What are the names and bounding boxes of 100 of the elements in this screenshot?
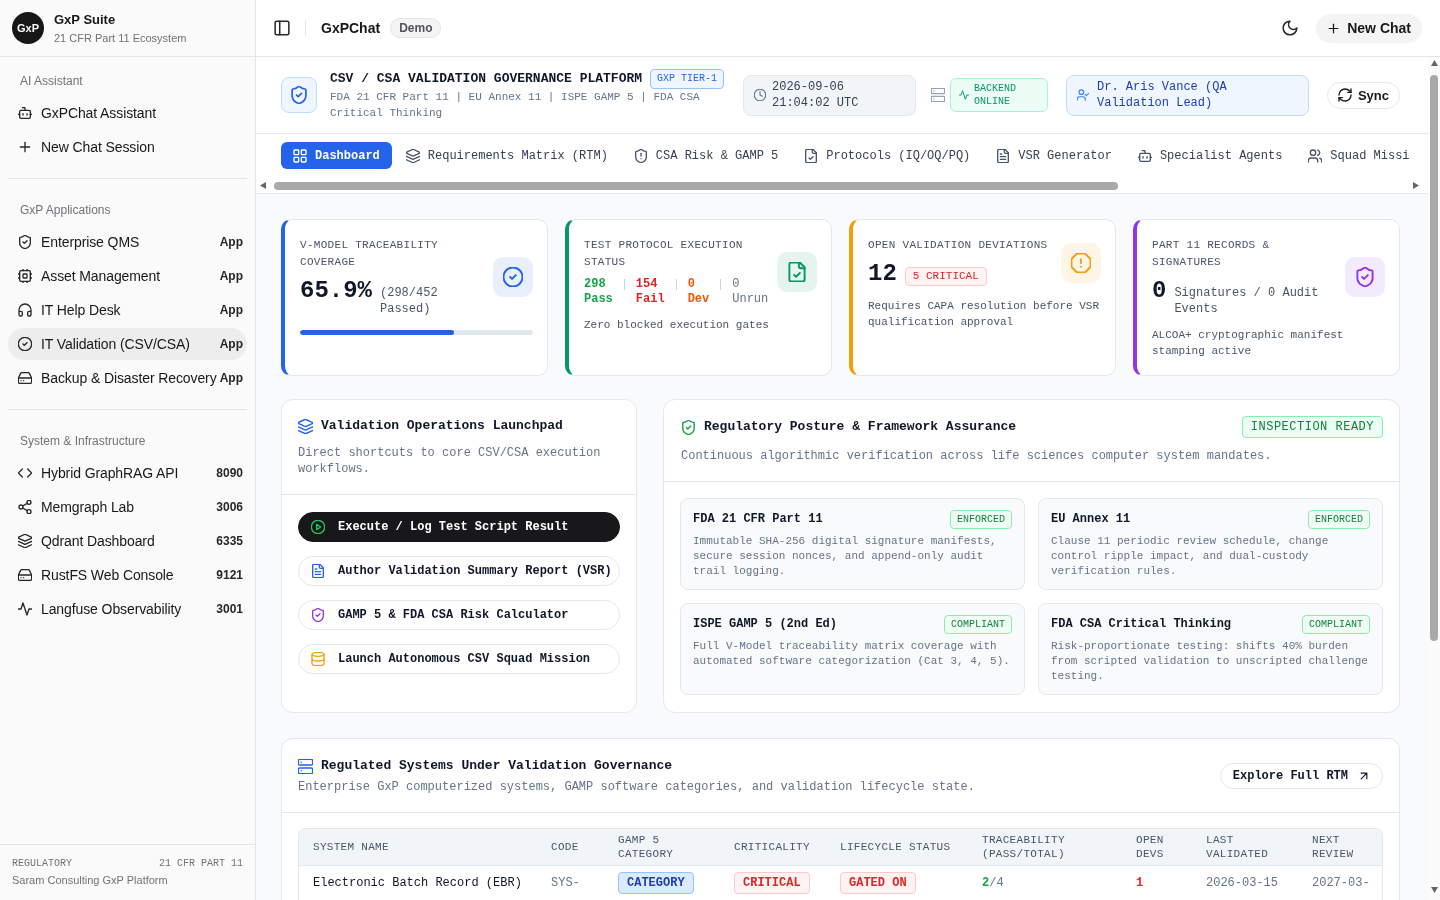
compliance-standard: 21 CFR PART 11 bbox=[159, 857, 243, 869]
sidebar-toggle-icon[interactable] bbox=[274, 20, 290, 36]
tab[interactable]: Specialist Agents bbox=[1125, 142, 1295, 169]
document-icon bbox=[311, 564, 325, 578]
sidebar-item[interactable]: Langfuse Observability 3001 bbox=[8, 593, 247, 625]
action-button[interactable]: Author Validation Summary Report (VSR) bbox=[298, 556, 620, 586]
pulse-icon bbox=[18, 602, 32, 616]
test-stat: 298 Pass bbox=[584, 277, 613, 307]
app-title: GxP Suite bbox=[54, 11, 117, 28]
sidebar-item[interactable]: IT Validation (CSV/CSA) App bbox=[8, 328, 247, 360]
column-header: NEXT REVIEW bbox=[1298, 829, 1382, 866]
server-icon bbox=[931, 88, 945, 102]
card-title: Validation Operations Launchpad bbox=[321, 417, 563, 435]
criticality-badge: CRITICAL bbox=[734, 872, 810, 894]
layers-icon bbox=[298, 418, 313, 434]
card-description: Continuous algorithmic verification across life sciences computer system mandates. bbox=[681, 448, 1273, 464]
footer-label: REGULATORY bbox=[12, 857, 72, 869]
tab[interactable]: Protocols (IQ/OQ/PQ) bbox=[792, 142, 983, 169]
sidebar-item[interactable]: Enterprise QMS App bbox=[8, 226, 247, 258]
file-check-icon bbox=[804, 148, 819, 163]
scrollbar-thumb[interactable] bbox=[274, 181, 1118, 190]
shield-check-icon bbox=[311, 608, 325, 622]
status-badge: INSPECTION READY bbox=[1241, 416, 1383, 438]
sidebar-item[interactable]: Backup & Disaster Recovery App bbox=[8, 362, 247, 394]
stat-value: 65.9% bbox=[300, 277, 372, 305]
action-button[interactable]: Execute / Log Test Script Result bbox=[298, 512, 620, 542]
sidebar-item[interactable]: Hybrid GraphRAG API 8090 bbox=[8, 457, 247, 489]
table-cell: Electronic Batch Record (EBR) bbox=[299, 865, 537, 900]
framework-status-badge: ENFORCED bbox=[1308, 510, 1370, 529]
framework-status-badge: COMPLIANT bbox=[944, 615, 1012, 634]
sync-button[interactable]: Sync bbox=[1326, 81, 1400, 109]
column-header: OPEN DEVS bbox=[1122, 829, 1192, 866]
tab[interactable]: CSA Risk & GAMP 5 bbox=[621, 142, 791, 169]
scroll-right-arrow-icon[interactable] bbox=[1413, 182, 1419, 189]
item-tag: 3001 bbox=[216, 602, 243, 616]
moon-icon[interactable] bbox=[1282, 20, 1299, 36]
stat-note: Requires CAPA resolution before VSR qualification approval bbox=[868, 299, 1101, 330]
tier-badge: GXP TIER-1 bbox=[650, 69, 725, 89]
new-chat-button[interactable]: New Chat bbox=[1316, 13, 1422, 43]
table-cell: 2/4 bbox=[968, 865, 1122, 900]
framework-description: Risk-proportionate testing: shifts 40% burden from scripted validation to unscripted challenge testing. bbox=[1051, 639, 1369, 684]
item-tag: App bbox=[219, 337, 243, 351]
backend-status-text: BACKEND ONLINE bbox=[974, 82, 1017, 108]
pulse-icon bbox=[959, 90, 969, 100]
sidebar-item[interactable]: RustFS Web Console 9121 bbox=[8, 559, 247, 591]
framework-description: Full V-Model traceability matrix coverage with automated software categorization (Cat 3, 4, 5). bbox=[693, 639, 1011, 669]
action-button[interactable]: Launch Autonomous CSV Squad Mission bbox=[298, 644, 620, 674]
card-title: Regulatory Posture & Framework Assurance bbox=[704, 418, 1017, 436]
stat-note: Zero blocked execution gates bbox=[584, 318, 770, 333]
scroll-left-arrow-icon[interactable] bbox=[260, 182, 266, 189]
section-heading: AI Assistant bbox=[19, 73, 84, 90]
users-icon bbox=[1308, 148, 1323, 163]
robot-icon bbox=[18, 106, 32, 120]
sidebar-item[interactable]: GxPChat Assistant bbox=[8, 97, 247, 129]
share-nodes-icon bbox=[18, 500, 32, 514]
sidebar-item[interactable]: Memgraph Lab 3006 bbox=[8, 491, 247, 523]
item-tag: 6335 bbox=[216, 534, 243, 548]
shield-check-icon bbox=[1345, 257, 1385, 297]
card-description: Enterprise GxP computerized systems, GAMP software categories, and validation lifecycle state. bbox=[298, 779, 975, 795]
user-check-icon bbox=[1077, 89, 1089, 101]
stat-detail: Signatures / 0 Audit Events bbox=[1174, 285, 1320, 317]
card-title: Regulated Systems Under Validation Governance bbox=[321, 757, 673, 775]
scroll-down-arrow-icon[interactable] bbox=[1430, 887, 1438, 893]
tab[interactable]: Dashboard bbox=[281, 142, 392, 169]
column-header: CRITICALITY bbox=[720, 829, 826, 866]
scroll-up-arrow-icon[interactable] bbox=[1430, 60, 1438, 66]
framework-description: Clause 11 periodic review schedule, change control ripple impact, and dual-custody verification rules. bbox=[1051, 534, 1330, 579]
app-logo: GxP bbox=[12, 12, 44, 44]
section-heading: System & Infrastructure bbox=[19, 433, 147, 450]
explore-rtm-button[interactable]: Explore Full RTM bbox=[1219, 763, 1383, 789]
tab[interactable]: Requirements Matrix (RTM) bbox=[393, 142, 620, 169]
app-subtitle: 21 CFR Part 11 Ecosystem bbox=[54, 30, 187, 45]
document-icon bbox=[996, 148, 1011, 163]
tab[interactable]: VSR Generator bbox=[984, 142, 1124, 169]
sidebar-item[interactable]: IT Help Desk App bbox=[8, 294, 247, 326]
file-check-icon bbox=[777, 252, 817, 292]
framework-title: ISPE GAMP 5 (2nd Ed) bbox=[693, 616, 838, 633]
table-cell: SYS- bbox=[537, 865, 604, 900]
stat-label: PART 11 RECORDS & SIGNATURES bbox=[1152, 238, 1271, 270]
scrollbar-thumb[interactable] bbox=[1430, 75, 1438, 641]
layers-icon bbox=[405, 148, 420, 163]
demo-badge: Demo bbox=[390, 18, 442, 38]
column-header: CODE bbox=[537, 829, 604, 866]
shield-check-icon bbox=[281, 77, 317, 113]
hard-drive-icon bbox=[18, 371, 32, 385]
sidebar-item[interactable]: New Chat Session bbox=[8, 131, 247, 163]
sidebar-item[interactable]: Asset Management App bbox=[8, 260, 247, 292]
section-heading: GxP Applications bbox=[19, 202, 112, 219]
shield-check-icon bbox=[18, 235, 32, 249]
action-button[interactable]: GAMP 5 & FDA CSA Risk Calculator bbox=[298, 600, 620, 630]
refresh-icon bbox=[1337, 88, 1352, 102]
sidebar-item[interactable]: Qdrant Dashboard 6335 bbox=[8, 525, 247, 557]
column-header: TRACEABILITY (PASS/TOTAL) bbox=[968, 829, 1122, 866]
platform-name: Saram Consulting GxP Platform bbox=[12, 873, 169, 888]
table-cell: 1 bbox=[1122, 865, 1192, 900]
item-tag: App bbox=[219, 303, 243, 317]
item-tag: App bbox=[219, 371, 243, 385]
tab[interactable]: Squad Missi bbox=[1296, 142, 1422, 169]
shield-check-icon bbox=[681, 419, 696, 435]
lifecycle-badge: GATED ON bbox=[840, 872, 916, 894]
